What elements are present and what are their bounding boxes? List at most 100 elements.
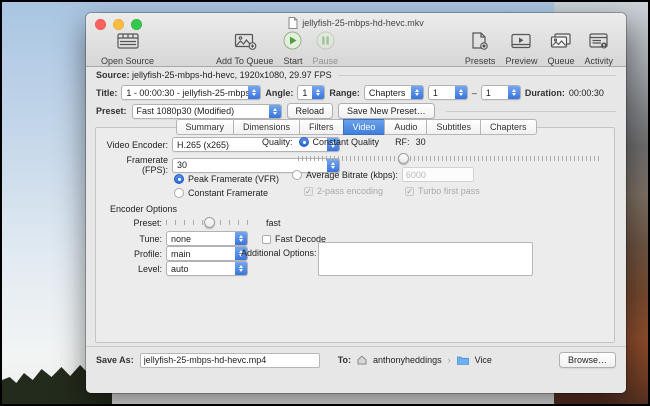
tab-subtitles[interactable]: Subtitles (426, 119, 481, 135)
window-title: jellyfish-25-mbps-hd-hevc.mkv (86, 17, 626, 29)
radio-selected-icon (174, 174, 184, 184)
toolbar-right: Presets Preview (460, 32, 618, 66)
radio-unselected-icon (174, 188, 184, 198)
divider (338, 75, 616, 76)
presets-button[interactable]: Presets (465, 32, 496, 66)
stepper-arrows-icon (312, 86, 324, 99)
reload-button[interactable]: Reload (287, 103, 334, 119)
additional-options-label: Additional Options: (241, 248, 317, 258)
stepper-arrows-icon (508, 86, 520, 99)
quality-label: Quality: (262, 137, 293, 147)
dropdown-arrows-icon (269, 105, 281, 118)
tab-chapters[interactable]: Chapters (480, 119, 537, 135)
open-source-label: Open Source (101, 56, 154, 66)
preview-icon (510, 32, 532, 55)
destination-user[interactable]: anthonyheddings (373, 355, 442, 365)
range-end-stepper[interactable]: 1 (481, 85, 521, 100)
angle-label: Angle: (265, 88, 293, 98)
bitrate-suboptions-row: ✓ 2-pass encoding ✓ Turbo first pass (304, 186, 480, 196)
angle-stepper[interactable]: 1 (297, 85, 325, 100)
encoder-preset-slider[interactable] (166, 217, 252, 228)
folder-icon (457, 355, 469, 365)
fast-decode-option[interactable]: Fast Decode (262, 234, 326, 244)
pause-button[interactable]: Pause (312, 31, 338, 66)
title-row: Title: 1 - 00:00:30 - jellyfish-25-mbps-… (96, 85, 618, 100)
save-row: Save As: To: anthonyheddings › Vice Brow… (96, 352, 616, 368)
rf-value: 30 (416, 137, 426, 147)
source-label: Source: (96, 70, 130, 80)
quality-slider[interactable] (298, 153, 600, 164)
quality-slider-thumb[interactable] (398, 153, 409, 164)
average-bitrate-label: Average Bitrate (kbps): (306, 170, 398, 180)
to-label: To: (338, 355, 351, 365)
chevron-icon: › (448, 355, 451, 365)
tab-filters[interactable]: Filters (299, 119, 344, 135)
constant-framerate-option[interactable]: Constant Framerate (174, 188, 268, 198)
queue-label: Queue (547, 56, 574, 66)
constant-framerate-label: Constant Framerate (188, 188, 268, 198)
activity-icon (588, 32, 609, 55)
encoder-options-title: Encoder Options (110, 204, 177, 214)
dropdown-arrows-icon (235, 232, 247, 245)
pause-icon (316, 31, 335, 55)
save-as-input[interactable] (140, 353, 320, 368)
range-start-stepper[interactable]: 1 (428, 85, 468, 100)
constant-quality-label: Constant Quality (313, 137, 380, 147)
save-new-preset-button[interactable]: Save New Preset… (338, 103, 435, 119)
title-label: Title: (96, 88, 117, 98)
tab-summary[interactable]: Summary (176, 119, 235, 135)
average-bitrate-option[interactable]: Average Bitrate (kbps): 6000 (292, 167, 474, 182)
duration-value: 00:00:30 (569, 88, 604, 98)
checkbox-checked-icon[interactable]: ✓ (304, 187, 313, 196)
main-content: Source: jellyfish-25-mbps-hd-hevc, 1920x… (86, 67, 626, 393)
add-to-queue-button[interactable]: Add To Queue (216, 33, 273, 66)
open-source-button[interactable]: Open Source (101, 33, 154, 66)
window-chrome: jellyfish-25-mbps-hd-hevc.mkv Open Sourc… (86, 13, 626, 67)
add-to-queue-icon (233, 33, 257, 55)
queue-button[interactable]: Queue (547, 32, 574, 66)
source-value: jellyfish-25-mbps-hd-hevc, 1920x1080, 29… (132, 70, 332, 80)
preview-button[interactable]: Preview (505, 32, 537, 66)
desktop: jellyfish-25-mbps-hd-hevc.mkv Open Sourc… (0, 0, 650, 406)
average-bitrate-input[interactable]: 6000 (402, 167, 474, 182)
start-icon (283, 31, 302, 55)
level-row: Level: auto (104, 261, 248, 276)
encoder-preset-label: Preset: (104, 218, 162, 228)
document-icon (288, 17, 298, 29)
turbo-first-pass-label: Turbo first pass (418, 186, 480, 196)
source-row: Source: jellyfish-25-mbps-hd-hevc, 1920x… (96, 70, 616, 80)
dropdown-arrows-icon (235, 262, 247, 275)
range-label: Range: (329, 88, 360, 98)
tune-select[interactable]: none (166, 231, 248, 246)
divider (446, 111, 616, 112)
tab-audio[interactable]: Audio (384, 119, 427, 135)
range-dash: – (472, 88, 477, 98)
dropdown-arrows-icon (411, 86, 423, 99)
tab-dimensions[interactable]: Dimensions (233, 119, 300, 135)
constant-quality-option[interactable]: Constant Quality (299, 137, 380, 147)
activity-button[interactable]: Activity (584, 32, 613, 66)
level-label: Level: (104, 264, 162, 274)
framerate-label: Framerate (FPS): (104, 155, 168, 175)
title-select[interactable]: 1 - 00:00:30 - jellyfish-25-mbps-hd-hevc (121, 85, 261, 100)
preset-select[interactable]: Fast 1080p30 (Modified) (132, 104, 282, 119)
tab-video[interactable]: Video (343, 119, 386, 135)
tab-bar: Summary Dimensions Filters Video Audio S… (86, 119, 626, 135)
queue-icon (549, 32, 572, 55)
peak-framerate-label: Peak Framerate (VFR) (188, 174, 279, 184)
additional-options-input[interactable] (318, 242, 533, 276)
duration-label: Duration: (525, 88, 565, 98)
checkbox-checked-icon[interactable]: ✓ (405, 187, 414, 196)
toolbar: Open Source Add To Queue (96, 31, 618, 66)
profile-select[interactable]: main (166, 246, 248, 261)
encoder-preset-row: Preset: fast (104, 217, 281, 228)
browse-button[interactable]: Browse… (559, 352, 616, 368)
start-button[interactable]: Start (283, 31, 302, 66)
level-select[interactable]: auto (166, 261, 248, 276)
preset-row: Preset: Fast 1080p30 (Modified) Reload S… (96, 103, 616, 119)
range-type-select[interactable]: Chapters (364, 85, 424, 100)
peak-framerate-option[interactable]: Peak Framerate (VFR) (174, 174, 279, 184)
encoder-preset-slider-thumb[interactable] (204, 217, 215, 228)
pause-label: Pause (312, 56, 338, 66)
destination-folder[interactable]: Vice (475, 355, 492, 365)
